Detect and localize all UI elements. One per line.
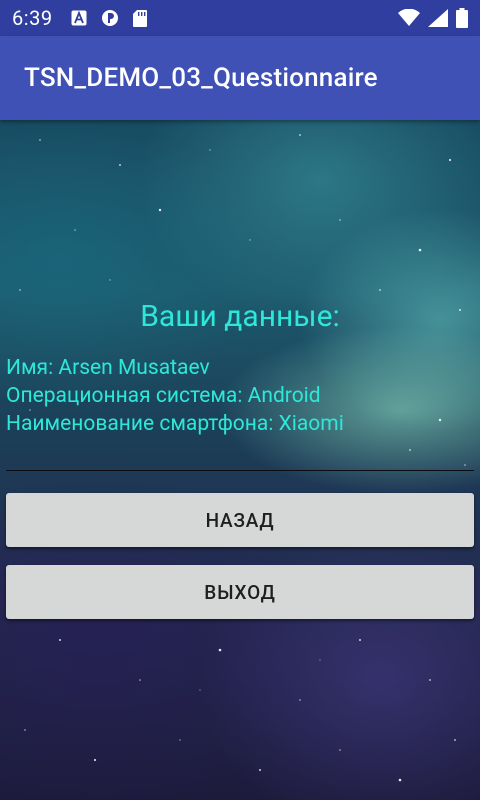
status-bar: 6:39 <box>0 0 480 36</box>
status-time: 6:39 <box>12 6 53 30</box>
system-icons <box>398 8 468 28</box>
app-bar: TSN_DEMO_03_Questionnaire <box>0 36 480 120</box>
user-info: Имя: Arsen Musataev Операционная система… <box>6 354 344 438</box>
a-icon <box>71 10 87 26</box>
vpn-key-icon <box>101 9 119 27</box>
content-area: Ваши данные: Имя: Arsen Musataev Операци… <box>0 120 480 800</box>
battery-icon <box>456 8 468 28</box>
exit-button[interactable]: ВЫХОД <box>6 565 474 619</box>
sd-card-icon <box>132 9 147 27</box>
signal-icon <box>428 9 448 27</box>
info-os: Операционная система: Android <box>6 384 321 408</box>
divider <box>6 470 474 471</box>
wifi-icon <box>398 9 420 27</box>
back-button[interactable]: НАЗАД <box>6 493 474 547</box>
screen: 6:39 TSN_DEMO_03_Questionnaire Ваши данн… <box>0 0 480 800</box>
galaxy-background <box>9 134 466 782</box>
info-name: Имя: Arsen Musataev <box>6 356 210 380</box>
page-heading: Ваши данные: <box>140 299 340 334</box>
app-title: TSN_DEMO_03_Questionnaire <box>24 63 378 93</box>
info-phone: Наименование смартфона: Xiaomi <box>6 412 344 436</box>
notification-icons <box>71 9 147 27</box>
